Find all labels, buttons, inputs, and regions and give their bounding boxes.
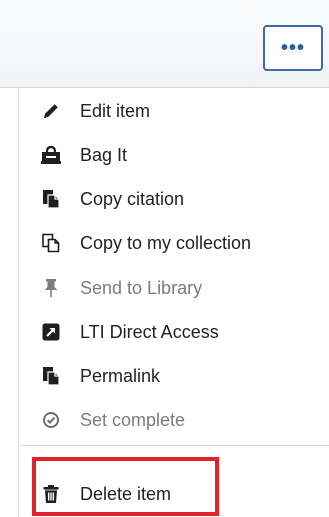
pin-icon [40,277,62,299]
menu-item-label: Bag It [80,144,128,165]
menu-item-label: Send to Library [80,277,203,298]
permalink-icon [40,365,62,387]
item-actions-page: ••• Edit item Bag It Copy citation Copy … [0,0,329,517]
more-options-icon: ••• [280,37,305,59]
toolbar: ••• [0,0,329,88]
bag-icon [40,144,62,166]
more-options-button[interactable]: ••• [263,25,323,71]
menu-divider [20,445,329,446]
menu-item-copy-to-my-collection[interactable]: Copy to my collection [40,228,251,258]
pencil-icon [40,100,62,122]
menu-item-edit-item[interactable]: Edit item [40,96,150,126]
menu-item-label: Copy citation [80,188,185,209]
menu-item-label: Set complete [80,409,186,430]
menu-item-set-complete[interactable]: Set complete [40,405,185,435]
copy-icon [40,188,62,210]
menu-item-label: Copy to my collection [80,232,252,253]
menu-item-bag-it[interactable]: Bag It [40,140,127,170]
menu-item-label: Permalink [80,365,161,386]
copy-outline-icon [40,232,62,254]
menu-item-permalink[interactable]: Permalink [40,361,160,391]
menu-item-label: Edit item [80,100,151,121]
menu-item-send-to-library[interactable]: Send to Library [40,273,202,303]
external-link-icon [40,321,62,343]
menu-item-label: LTI Direct Access [80,321,219,342]
menu-item-lti-direct-access[interactable]: LTI Direct Access [40,317,219,347]
check-circle-icon [40,409,62,431]
menu-item-copy-citation[interactable]: Copy citation [40,184,184,214]
highlight-annotation [32,457,219,516]
